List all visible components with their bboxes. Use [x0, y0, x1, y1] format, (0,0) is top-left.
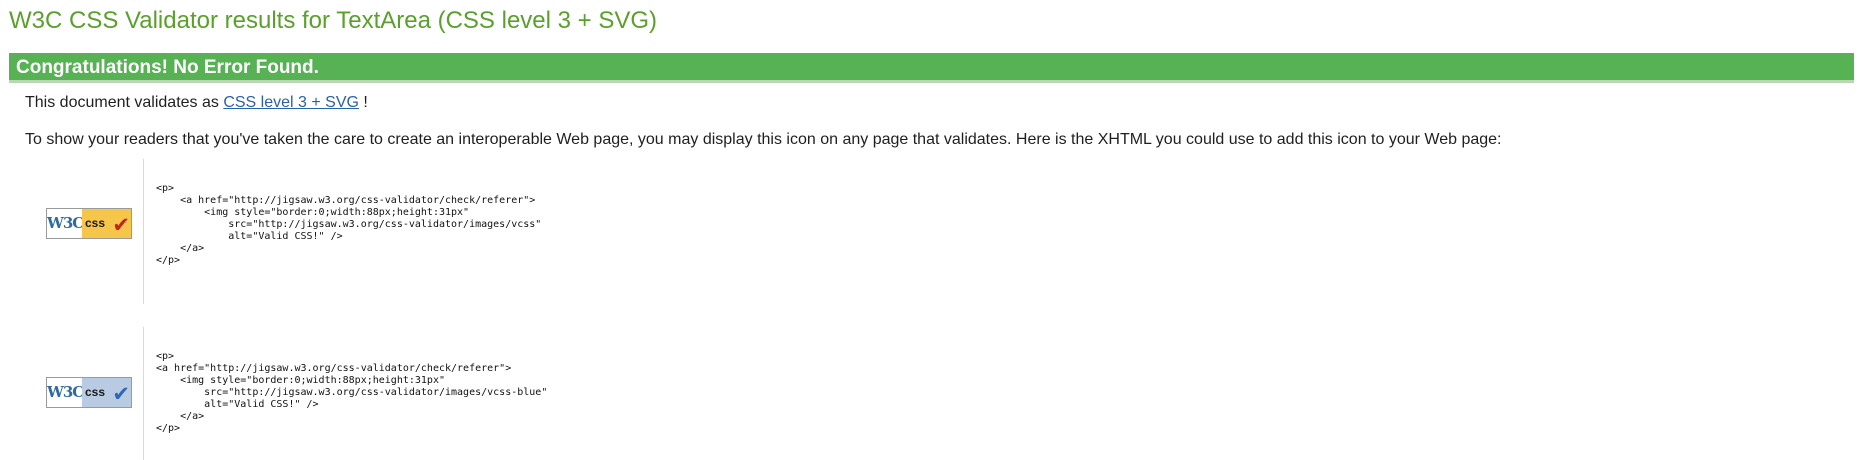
validator-results-page: W3C CSS Validator results for TextArea (…: [0, 0, 1865, 460]
success-banner: Congratulations! No Error Found.: [9, 53, 1854, 83]
badge-yellow-section: W3C css ✔ <p> <a href="http://jigsaw.w3.…: [0, 159, 900, 304]
badge-blue-section: W3C css ✔ <p> <a href="http://jigsaw.w3.…: [0, 327, 900, 460]
validation-summary: This document validates as CSS level 3 +…: [25, 93, 368, 113]
valid-css-badge-blue: W3C css ✔: [46, 377, 132, 408]
valid-css-badge-yellow: W3C css ✔: [46, 208, 132, 239]
w3c-logo-text: W3C: [47, 209, 84, 238]
css-level-link[interactable]: CSS level 3 + SVG: [223, 94, 359, 111]
badge-html-snippet: <p> <a href="http://jigsaw.w3.org/css-va…: [156, 183, 542, 266]
page-title: W3C CSS Validator results for TextArea (…: [9, 7, 658, 34]
validation-prefix: This document validates as: [25, 94, 219, 111]
w3c-logo-text: W3C: [47, 378, 84, 407]
check-icon: ✔: [112, 214, 130, 237]
badge-code-divider: [143, 327, 144, 460]
badge-html-snippet: <p> <a href="http://jigsaw.w3.org/css-va…: [156, 351, 548, 434]
icon-info-text: To show your readers that you've taken t…: [25, 131, 1502, 148]
success-message: Congratulations! No Error Found.: [16, 57, 319, 78]
badge-code-divider: [143, 159, 144, 304]
validation-suffix: !: [363, 94, 368, 111]
check-icon: ✔: [112, 383, 130, 406]
